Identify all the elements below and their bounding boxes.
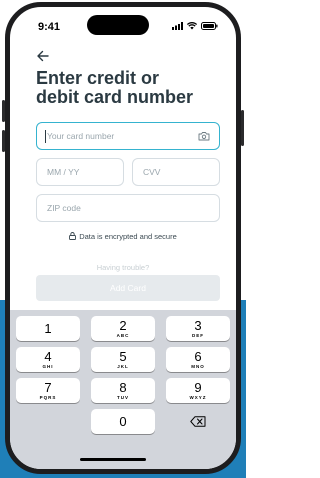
key-digit: 1 <box>44 321 52 336</box>
status-time: 9:41 <box>38 21 61 33</box>
card-number-placeholder: Your card number <box>47 131 115 141</box>
add-card-button[interactable]: Add Card <box>36 275 220 301</box>
key-letters: JKL <box>117 364 129 369</box>
zip-placeholder: ZIP code <box>47 203 81 213</box>
key-8[interactable]: 8 TUV <box>91 378 155 403</box>
arrow-left-icon[interactable] <box>36 49 50 63</box>
key-2[interactable]: 2 ABC <box>91 316 155 341</box>
status-icons <box>172 22 218 30</box>
key-9[interactable]: 9 WXYZ <box>166 378 230 403</box>
secure-note: Data is encrypted and secure <box>10 232 236 241</box>
numeric-keypad: 1 2 ABC 3 DEF 4 GHI 5 JKL 6 MNO 7 PQRS 8… <box>10 310 236 469</box>
wifi-icon <box>187 22 197 30</box>
key-7[interactable]: 7 PQRS <box>16 378 80 403</box>
key-digit: 0 <box>119 414 127 429</box>
page-title: Enter credit or debit card number <box>36 68 194 107</box>
backspace-key[interactable] <box>166 409 230 434</box>
help-link[interactable]: Having trouble? <box>10 263 236 272</box>
key-4[interactable]: 4 GHI <box>16 347 80 372</box>
key-letters: DEF <box>192 333 204 338</box>
lock-icon <box>69 232 77 240</box>
key-letters: TUV <box>117 395 129 400</box>
card-number-field[interactable]: Your card number <box>36 122 220 150</box>
key-digit: 7 <box>44 380 52 395</box>
status-bar: 9:41 <box>10 7 236 43</box>
home-indicator <box>80 458 146 461</box>
key-digit: 8 <box>119 380 127 395</box>
key-letters: ABC <box>116 333 130 338</box>
dynamic-island <box>87 15 149 35</box>
key-digit: 3 <box>194 318 202 333</box>
key-1[interactable]: 1 <box>16 316 80 341</box>
cvv-field[interactable]: CVV <box>132 158 220 186</box>
key-letters: WXYZ <box>189 395 207 400</box>
key-letters: PQRS <box>39 395 57 400</box>
secure-note-text: Data is encrypted and secure <box>79 232 177 241</box>
key-digit: 6 <box>194 349 202 364</box>
key-digit: 2 <box>119 318 127 333</box>
text-cursor <box>45 130 46 143</box>
key-5[interactable]: 5 JKL <box>91 347 155 372</box>
camera-icon[interactable] <box>198 131 210 141</box>
key-letters: MNO <box>191 364 205 369</box>
expiry-placeholder: MM / YY <box>47 167 80 177</box>
battery-icon <box>201 22 218 30</box>
key-digit: 5 <box>119 349 127 364</box>
key-digit: 9 <box>194 380 202 395</box>
key-digit: 4 <box>44 349 52 364</box>
power-button <box>241 110 244 146</box>
phone-frame: 9:41 Enter credit or debit card number Y… <box>5 2 241 474</box>
key-6[interactable]: 6 MNO <box>166 347 230 372</box>
cvv-placeholder: CVV <box>143 167 161 177</box>
expiry-field[interactable]: MM / YY <box>36 158 124 186</box>
key-0[interactable]: 0 <box>91 409 155 434</box>
backspace-icon <box>190 416 206 427</box>
key-letters: GHI <box>42 364 54 369</box>
signal-icon <box>172 22 183 30</box>
key-3[interactable]: 3 DEF <box>166 316 230 341</box>
zip-field[interactable]: ZIP code <box>36 194 220 222</box>
